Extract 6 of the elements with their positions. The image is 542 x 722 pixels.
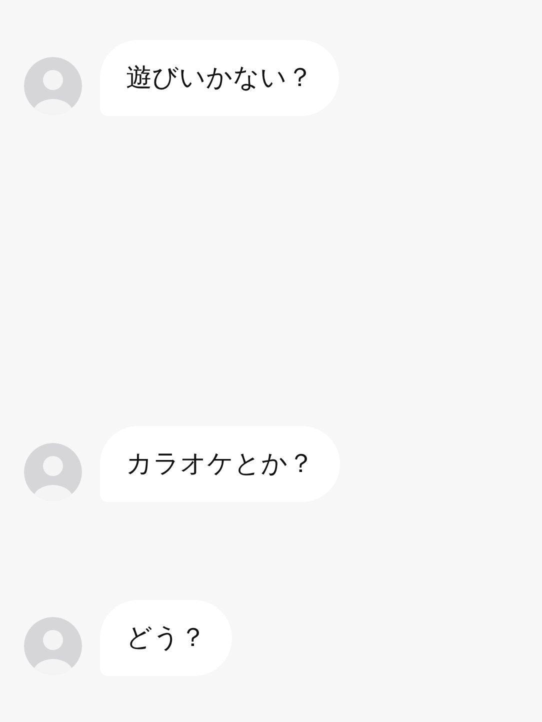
message-bubble: どう？ <box>100 600 232 676</box>
avatar-icon <box>24 443 82 501</box>
message-bubble: カラオケとか？ <box>100 426 340 502</box>
message-bubble: 遊びいかない？ <box>100 40 339 116</box>
avatar-icon <box>24 57 82 115</box>
avatar-icon <box>24 617 82 675</box>
